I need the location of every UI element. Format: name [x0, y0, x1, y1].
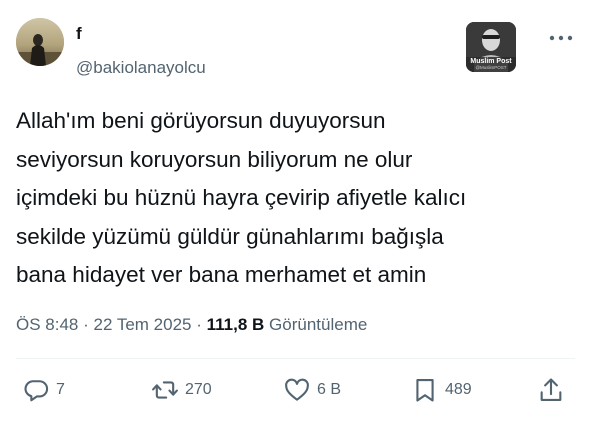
more-horizontal-icon[interactable]: [548, 28, 574, 48]
action-bar: 7 270 6 B 489: [0, 372, 591, 408]
meta-separator: ·: [196, 315, 202, 334]
repost-icon: [152, 381, 178, 399]
reply-count: 7: [56, 381, 65, 398]
author-display-name[interactable]: f: [76, 24, 82, 44]
tweet-date[interactable]: 22 Tem 2025: [94, 315, 192, 334]
tweet-meta: ÖS 8:48 · 22 Tem 2025 · 111,8 B Görüntül…: [16, 313, 367, 337]
view-count: 111,8 B: [206, 315, 265, 334]
author-handle[interactable]: @bakiolanayolcu: [76, 58, 206, 78]
tweet-time[interactable]: ÖS 8:48: [16, 315, 78, 334]
share-button[interactable]: [537, 372, 565, 408]
view-label: Görüntüleme: [269, 315, 368, 334]
reply-icon: [24, 380, 49, 402]
bookmark-count: 489: [445, 381, 472, 398]
repost-count: 270: [185, 381, 212, 398]
like-button[interactable]: 6 B: [283, 372, 341, 408]
heart-icon: [285, 378, 309, 401]
affiliate-badge-sublabel: @MuslimPOST: [475, 65, 507, 70]
affiliate-badge[interactable]: Muslim Post @MuslimPOST: [466, 22, 516, 72]
tweet-text: Allah'ım beni görüyorsun duyuyorsun sevi…: [16, 108, 467, 287]
reply-button[interactable]: 7: [22, 372, 65, 408]
divider: [16, 358, 575, 359]
bookmark-button[interactable]: 489: [411, 372, 472, 408]
bookmark-icon: [416, 379, 434, 402]
author-avatar[interactable]: [16, 18, 64, 66]
tweet-card: f @bakiolanayolcu Muslim Post @MuslimPOS…: [0, 0, 591, 422]
meta-separator: ·: [83, 315, 89, 334]
share-icon: [540, 378, 562, 401]
repost-button[interactable]: 270: [151, 372, 212, 408]
avatar-image: [16, 18, 64, 66]
like-count: 6 B: [317, 381, 342, 398]
